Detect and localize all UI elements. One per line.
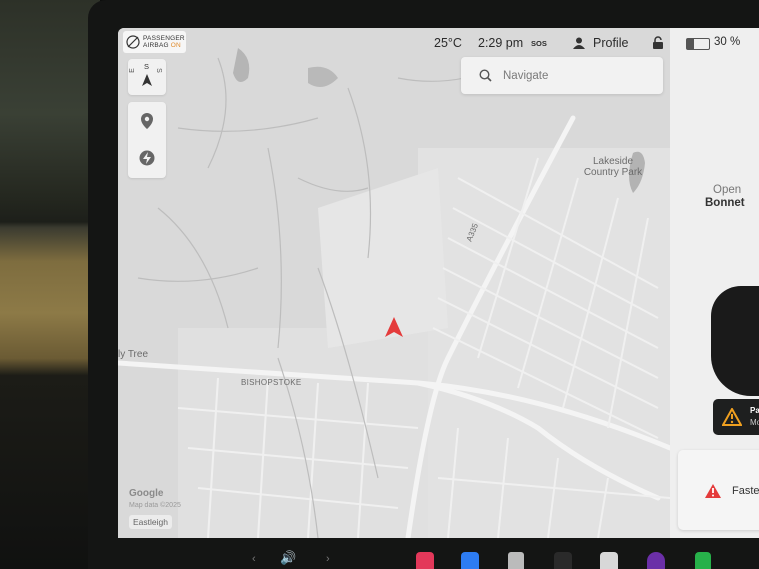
volume-icon[interactable]: 🔊 — [280, 550, 296, 566]
alert1-title: Pa — [750, 406, 759, 415]
lightning-icon[interactable] — [139, 150, 155, 166]
phone-app-icon[interactable] — [695, 552, 711, 569]
compass-label-e: E — [128, 68, 136, 73]
airbag-word: AIRBAG — [143, 42, 169, 49]
compass-label-s: S — [144, 62, 150, 71]
map-label-lakeside: Lakeside Country Park — [573, 156, 653, 178]
airbag-line2: AIRBAG ON — [143, 42, 185, 50]
google-logo: Google — [129, 488, 164, 499]
battery-percent: 30 % — [714, 36, 741, 48]
car-model-image — [711, 286, 759, 396]
calendar-app-icon[interactable] — [600, 552, 618, 569]
airbag-text: PASSENGER AIRBAG ON — [143, 35, 185, 50]
airbag-off-icon — [126, 35, 140, 49]
warning-icon — [705, 484, 721, 498]
warning-icon — [722, 408, 742, 426]
chevron-right-icon[interactable]: › — [326, 553, 330, 565]
car-arrow-icon — [385, 317, 403, 337]
profile-button[interactable]: Profile — [593, 36, 628, 50]
location-chip[interactable]: Eastleigh — [129, 515, 172, 529]
passenger-airbag-indicator: PASSENGER AIRBAG ON — [123, 31, 186, 53]
app-dock: ‹ 🔊 › — [240, 548, 759, 569]
airbag-state: ON — [170, 42, 181, 49]
manual-app-icon[interactable] — [508, 552, 524, 569]
more-apps-icon[interactable] — [554, 552, 572, 569]
search-icon — [479, 69, 492, 82]
airbag-line1: PASSENGER — [143, 34, 185, 42]
temperature: 25°C — [434, 36, 462, 50]
battery-fill — [687, 39, 694, 49]
alert2-text: Faste — [732, 485, 759, 497]
battery-icon — [686, 38, 710, 50]
map-label-tree: ly Tree — [118, 349, 149, 360]
person-icon — [573, 37, 585, 49]
alert-card-seatbelt[interactable]: Faste — [678, 450, 759, 530]
map-controls — [128, 102, 166, 178]
north-arrow-icon — [142, 74, 152, 86]
map-label-bishopstoke: BISHOPSTOKE — [241, 378, 302, 387]
water — [308, 66, 338, 87]
map-label-lakeside-line1: Lakeside Country Park — [583, 156, 643, 178]
bluetooth-app-icon[interactable] — [461, 552, 479, 569]
sos-icon: SOS — [531, 39, 547, 48]
chevron-left-icon[interactable]: ‹ — [252, 553, 256, 565]
park-area — [318, 168, 448, 348]
location-pin-icon[interactable] — [139, 112, 155, 130]
alert-card-parking[interactable]: Pa Mo — [713, 399, 759, 435]
map-copyright: Map data ©2025 — [129, 502, 181, 509]
camera-app-icon[interactable] — [647, 552, 665, 569]
bonnet-open-label: Open — [713, 184, 742, 196]
navigate-search-box[interactable] — [461, 57, 663, 94]
dashboard-trim — [0, 0, 100, 569]
music-app-icon[interactable] — [416, 552, 434, 569]
touchscreen: Lakeside Country Park A335 ly Tree BISHO… — [118, 28, 759, 538]
bonnet-button[interactable]: Bonnet — [705, 197, 745, 209]
navigate-input[interactable] — [501, 66, 655, 86]
alert1-subtitle: Mo — [750, 418, 759, 427]
map-view[interactable]: Lakeside Country Park A335 ly Tree BISHO… — [118, 28, 670, 538]
lock-icon[interactable] — [652, 36, 664, 50]
clock: 2:29 pm — [478, 36, 524, 50]
map-roads — [118, 48, 670, 538]
compass-label-s2: S — [154, 68, 162, 73]
sos-button[interactable]: SOS — [531, 39, 547, 48]
status-bar: PASSENGER AIRBAG ON 25°C 2:29 pm SOS Pro… — [118, 28, 759, 58]
compass-button[interactable]: E S S — [128, 59, 166, 95]
